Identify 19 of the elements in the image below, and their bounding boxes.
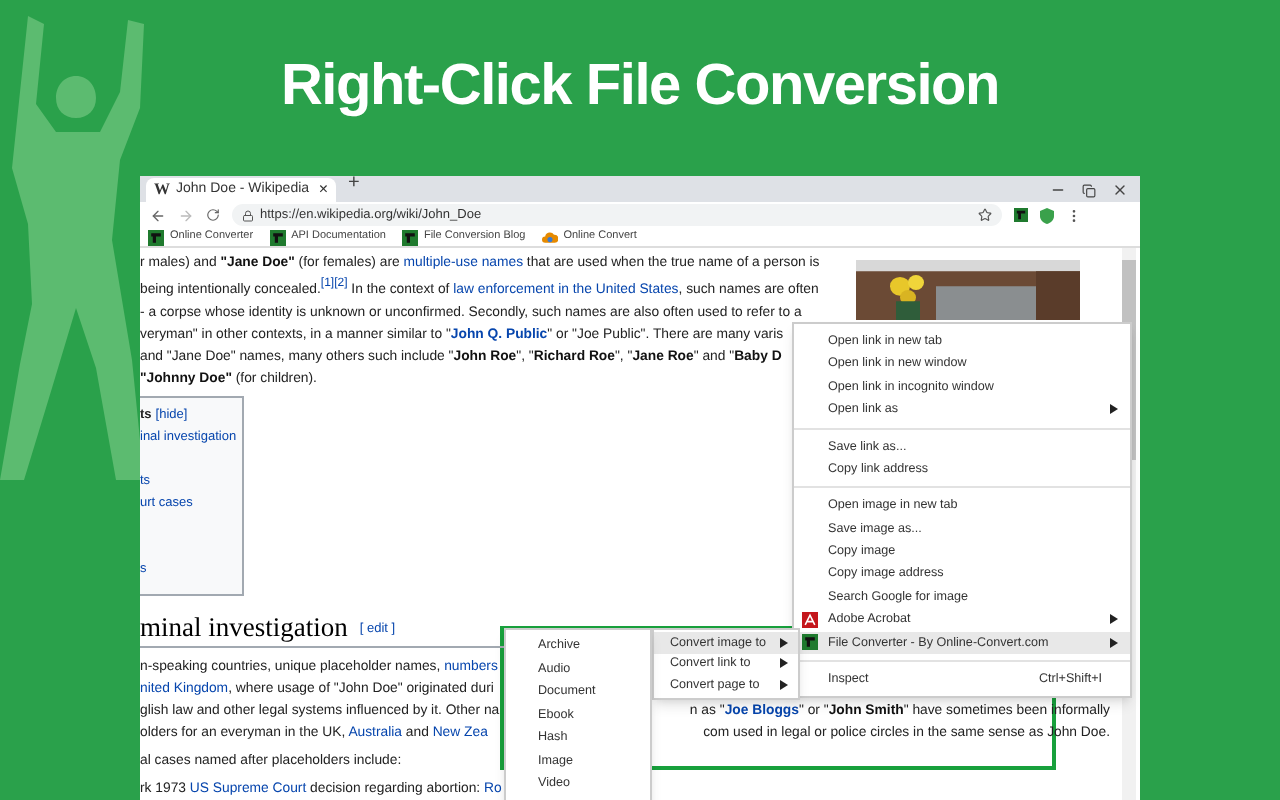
converter-icon (269, 229, 286, 245)
acrobat-icon (802, 611, 818, 628)
star-icon[interactable] (978, 208, 992, 222)
converter-icon (401, 229, 418, 245)
converter-icon (802, 634, 818, 651)
restore-icon[interactable] (1082, 183, 1096, 197)
close-icon[interactable] (1112, 182, 1128, 198)
converter-icon (1014, 208, 1028, 222)
banner-title: Right-Click File Conversion (280, 52, 1000, 123)
lock-icon (242, 209, 254, 221)
converter-icon (148, 229, 164, 245)
back-icon[interactable] (150, 207, 166, 223)
cloud-icon (541, 229, 558, 245)
reload-icon[interactable] (206, 208, 220, 222)
tab-close-button[interactable]: × (318, 178, 328, 202)
new-tab-button[interactable]: + (348, 176, 360, 198)
section-heading: minal investigation (140, 611, 348, 644)
shield-icon[interactable] (1040, 207, 1054, 223)
wikipedia-favicon: W (154, 178, 170, 202)
